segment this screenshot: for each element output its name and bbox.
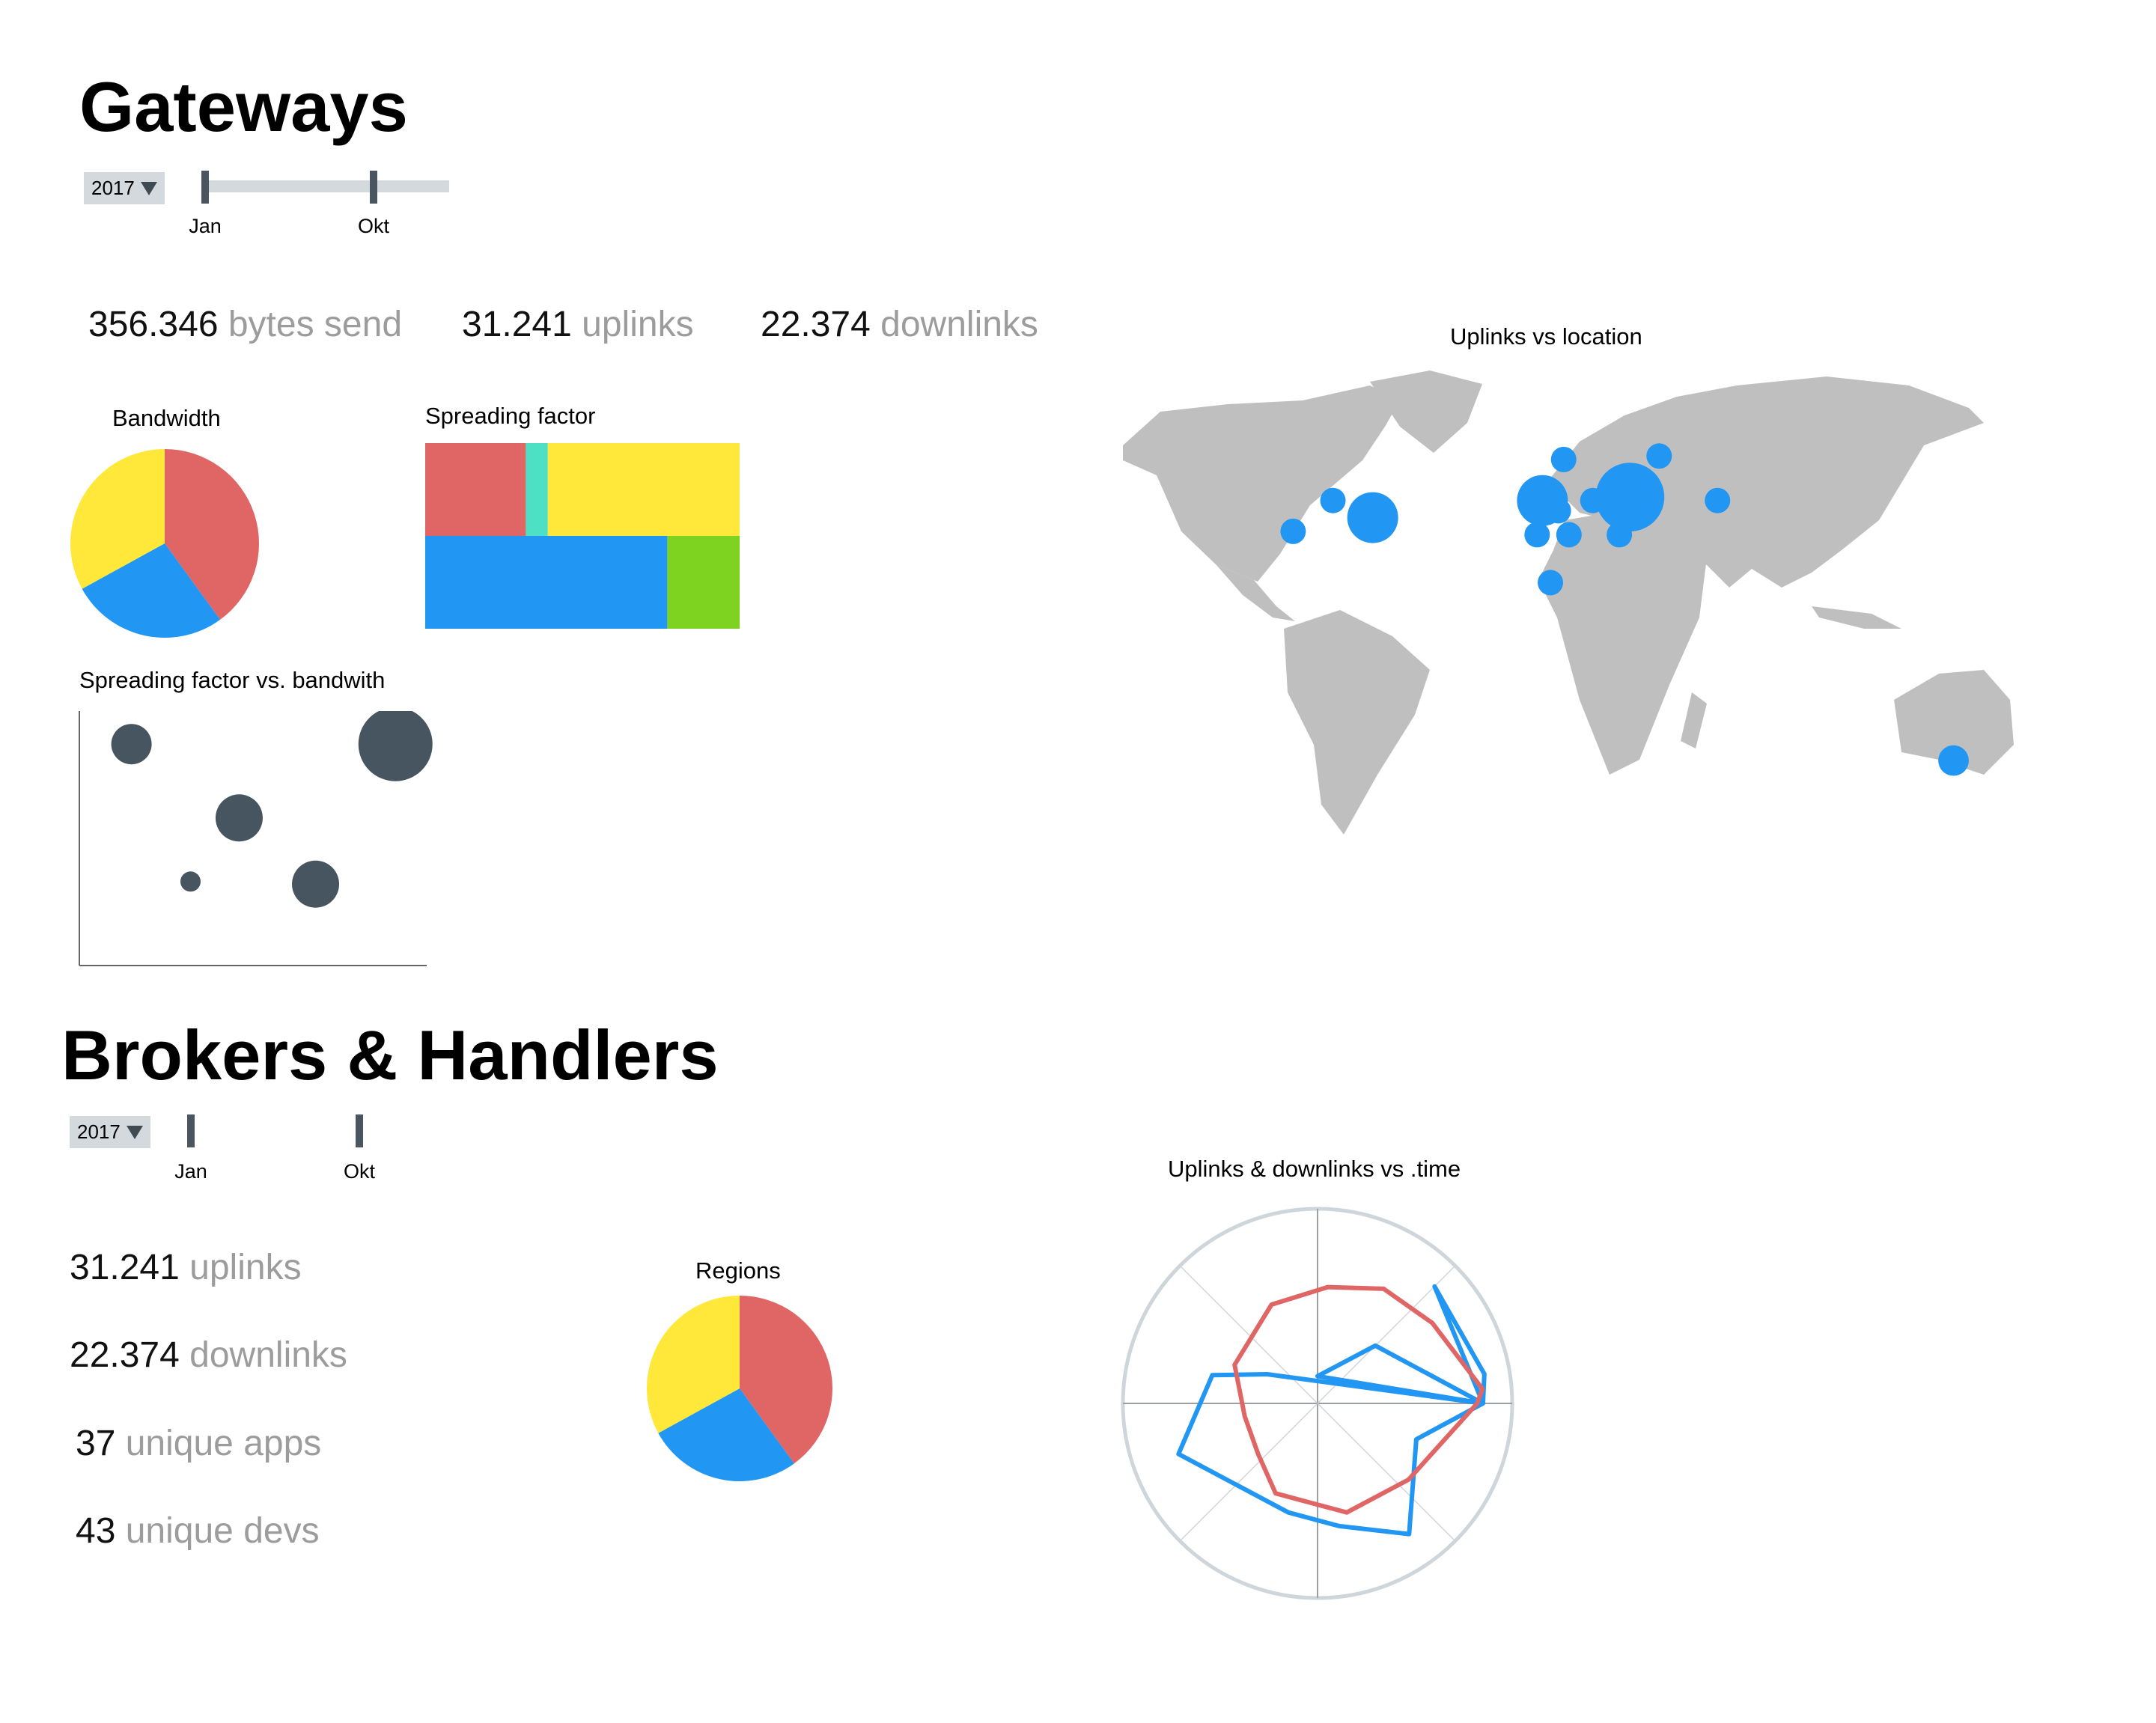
stat-value: 22.374	[70, 1335, 180, 1375]
stat-downlinks: 22.374 downlinks	[70, 1335, 347, 1376]
spreading-factor-chart-title: Spreading factor	[425, 403, 596, 429]
treemap-cell-3	[547, 443, 740, 536]
map-bubble-1	[1320, 487, 1346, 513]
date-range-slider-gateways[interactable]	[204, 180, 449, 192]
stat-unique-apps: 37 unique apps	[76, 1423, 321, 1464]
map-chart-title: Uplinks vs location	[1450, 323, 1642, 350]
world-bubble-map	[1123, 370, 2014, 835]
scatter-point-4	[180, 871, 201, 892]
year-dropdown-brokers[interactable]: 2017	[70, 1116, 150, 1148]
chevron-down-icon	[126, 1125, 143, 1139]
spreading-factor-treemap	[425, 443, 740, 629]
stat-value: 22.374	[761, 305, 871, 344]
radar-spoke-6	[1179, 1265, 1318, 1404]
map-bubble-8	[1556, 522, 1582, 548]
year-value: 2017	[77, 1120, 121, 1143]
stat-downlinks: 22.374 downlinks	[761, 304, 1038, 345]
treemap-cell-1	[425, 443, 526, 536]
stat-value: 31.241	[462, 305, 572, 344]
scatter-point-2	[358, 711, 433, 781]
map-bubble-3	[1347, 492, 1398, 543]
stat-uplinks: 31.241 uplinks	[70, 1247, 302, 1288]
stat-value: 43	[76, 1511, 116, 1551]
map-bubble-12	[1607, 522, 1633, 548]
radar-chart	[1121, 1207, 1514, 1600]
range-end-label: Okt	[343, 1160, 376, 1183]
range-start-handle[interactable]	[201, 171, 209, 204]
map-bubble-6	[1545, 498, 1571, 524]
stat-label: uplinks	[582, 305, 694, 344]
treemap-cell-5	[667, 536, 740, 629]
treemap-cell-4	[425, 536, 668, 629]
stat-bytes-send: 356.346 bytes send	[88, 304, 402, 345]
year-dropdown-gateways[interactable]: 2017	[84, 172, 165, 204]
radar-spoke-2	[1317, 1403, 1456, 1542]
stat-label: downlinks	[189, 1335, 347, 1375]
map-bubble-16	[1938, 745, 1969, 776]
chevron-down-icon	[140, 181, 157, 195]
gateways-title: Gateways	[79, 67, 408, 146]
regions-chart-title: Regions	[695, 1257, 781, 1284]
scatter-chart	[79, 711, 433, 966]
world-landmass	[1123, 370, 2014, 835]
stat-value: 37	[76, 1424, 116, 1463]
map-bubble-4	[1550, 446, 1577, 472]
map-bubble-2	[1280, 518, 1306, 544]
range-start-handle[interactable]	[187, 1114, 195, 1147]
regions-pie-chart	[647, 1296, 832, 1481]
stat-label: uplinks	[189, 1248, 302, 1287]
scatter-point-1	[111, 724, 152, 765]
stat-value: 356.346	[88, 305, 219, 344]
stat-label: unique devs	[125, 1511, 320, 1551]
bandwidth-chart-title: Bandwidth	[112, 405, 221, 431]
map-bubble-7	[1524, 522, 1550, 548]
range-start-label: Jan	[174, 1160, 207, 1183]
range-start-label: Jan	[189, 215, 222, 237]
brokers-title: Brokers & Handlers	[61, 1016, 719, 1094]
stat-label: bytes send	[228, 305, 403, 344]
year-value: 2017	[91, 177, 135, 199]
stat-value: 31.241	[70, 1248, 180, 1287]
bandwidth-pie-chart	[70, 449, 260, 638]
range-end-label: Okt	[357, 215, 390, 237]
map-bubble-14	[1638, 487, 1664, 513]
treemap-cell-2	[526, 443, 548, 536]
range-end-handle[interactable]	[356, 1114, 363, 1147]
scatter-chart-title: Spreading factor vs. bandwith	[79, 667, 386, 693]
map-bubble-9	[1538, 570, 1564, 596]
stat-uplinks: 31.241 uplinks	[462, 304, 694, 345]
scatter-point-5	[292, 860, 340, 908]
stat-label: downlinks	[880, 305, 1038, 344]
scatter-point-3	[215, 794, 263, 842]
stat-unique-devs: 43 unique devs	[76, 1510, 320, 1552]
map-bubble-15	[1705, 487, 1731, 513]
stat-label: unique apps	[125, 1424, 322, 1463]
range-end-handle[interactable]	[370, 171, 377, 204]
radar-chart-title: Uplinks & downlinks vs .time	[1168, 1156, 1461, 1182]
map-bubble-13	[1646, 443, 1672, 469]
